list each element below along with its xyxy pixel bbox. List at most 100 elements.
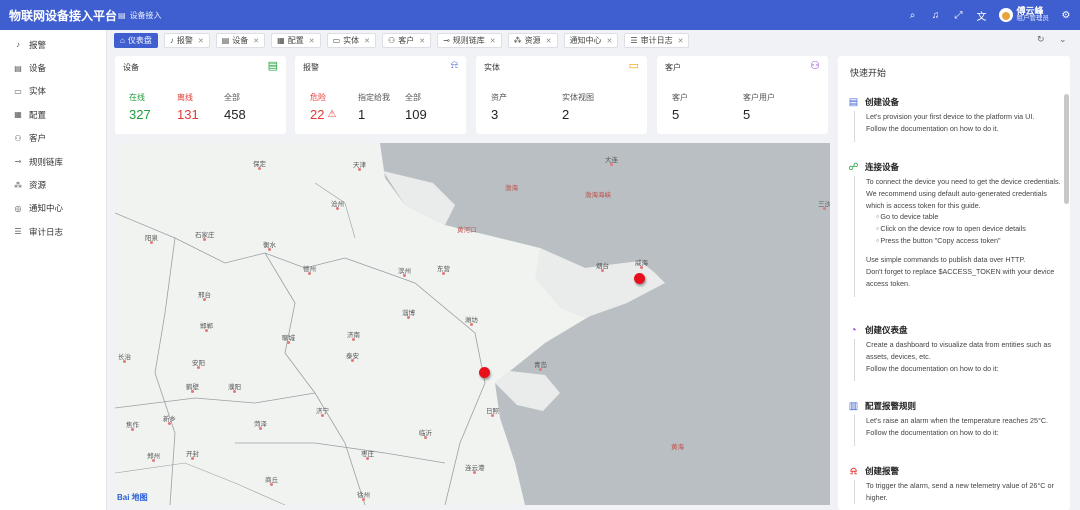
resources-icon: ⁂	[14, 180, 22, 190]
metric-label: 危险	[310, 93, 326, 102]
map-city-label: 东营	[437, 263, 450, 275]
monitor-icon: ▭	[14, 86, 22, 96]
all-devices-metric[interactable]: 全部 458	[224, 92, 246, 122]
sidebar-item-label: 规则链库	[29, 156, 64, 167]
device-list-icon: ▤	[267, 60, 278, 72]
devices-card[interactable]: 设备 ▤ 在线 327 离线 131 全部 458	[115, 56, 286, 134]
customer-users-metric[interactable]: 客户用户 5	[743, 92, 775, 122]
metric-value: 5	[672, 107, 680, 122]
fullscreen-icon[interactable]: ⤢	[953, 10, 965, 21]
sidebar-item-config[interactable]: ▦ 配置	[0, 103, 106, 126]
online-metric[interactable]: 在线 327	[129, 92, 151, 122]
alarms-card[interactable]: 报警 ⍾ 危险 22 ⚠ 指定给我 1 全部 109	[295, 56, 466, 134]
customers-icon: ⚇	[14, 133, 22, 143]
step-body: To trigger the alarm, send a new telemet…	[854, 480, 1063, 504]
all-alarms-metric[interactable]: 全部 109	[405, 92, 427, 122]
sidebar-item-customers[interactable]: ⚇ 客户	[0, 127, 106, 150]
sidebar-item-audit-logs[interactable]: ☰ 审计日志	[0, 220, 106, 243]
sidebar-item-alarms[interactable]: ♪ 报警	[0, 33, 106, 56]
assigned-metric[interactable]: 指定给我 1	[358, 92, 390, 122]
map-city-label: 济南	[347, 329, 360, 341]
sidebar-item-label: 设备	[29, 63, 47, 74]
quick-start-step-alarm-rule[interactable]: ▥ 配置报警规则 Let's raise an alarm when the te…	[848, 400, 1063, 446]
quick-start-step-create-device[interactable]: ▤ 创建设备 Let's provision your first device …	[848, 96, 1063, 142]
breadcrumb[interactable]: ▤ 设备接入	[118, 10, 162, 21]
card-title: 实体	[484, 63, 500, 72]
tab-label: 实体	[343, 36, 360, 45]
entities-card[interactable]: 实体 ▭ 资产 3 实体视图 2	[476, 56, 647, 134]
step-title: 创建设备	[865, 97, 900, 107]
map-city-label: 安阳	[192, 357, 205, 369]
settings-gear-icon[interactable]: ⚙	[1060, 10, 1072, 21]
panel-scrollbar[interactable]	[1064, 94, 1069, 204]
map-city-label: 开封	[186, 448, 199, 460]
resources-icon: ⁂	[513, 36, 522, 45]
device-location-marker[interactable]	[634, 273, 645, 284]
tab-alarms[interactable]: ♪ 报警 ✕	[163, 33, 210, 48]
map-city-label: 日照	[486, 405, 499, 417]
customers-card[interactable]: 客户 ⚇ 客户 5 客户用户 5	[657, 56, 828, 134]
map-city-label: 烟台	[596, 260, 609, 272]
metric-label: 离线	[177, 93, 193, 102]
map-city-label: 阳泉	[145, 232, 158, 244]
tab-rule-chains[interactable]: ⊸ 规则链库 ✕	[437, 33, 502, 48]
tab-dashboard[interactable]: ⌂ 仪表盘	[114, 33, 158, 48]
tab-customers[interactable]: ⚇ 客户 ✕	[382, 33, 432, 48]
tab-resources[interactable]: ⁂ 资源 ✕	[507, 33, 558, 48]
offline-metric[interactable]: 离线 131	[177, 92, 199, 122]
config-icon: ▦	[277, 36, 285, 45]
panel-title: 快速开始	[850, 68, 887, 78]
tab-audit-logs[interactable]: ☰ 审计日志 ✕	[624, 33, 690, 48]
step-text: Follow the documentation on how to do it…	[866, 363, 999, 373]
notification-bell-icon[interactable]: ♫	[930, 10, 942, 21]
close-icon[interactable]: ✕	[607, 37, 613, 45]
sidebar: ♪ 报警 ▤ 设备 ▭ 实体 ▦ 配置 ⚇ 客户 ⊸ 规则链库 ⁂ 资源 ◎ 通知中心 ☰ 审计日…	[0, 30, 107, 510]
close-icon[interactable]: ✕	[309, 37, 315, 45]
sidebar-item-notifications[interactable]: ◎ 通知中心	[0, 197, 106, 220]
close-icon[interactable]: ✕	[253, 37, 259, 45]
quick-start-step-create-dashboard[interactable]: ◔ 创建仪表盘 Create a dashboard to visualize d…	[848, 324, 1063, 382]
step-bullet: Press the button "Copy access token"	[876, 235, 1063, 247]
step-text: We recommend using default auto-generate…	[866, 188, 1047, 210]
user-menu[interactable]: 傅云峰 租户管理员	[998, 6, 1049, 23]
device-location-marker[interactable]	[479, 367, 490, 378]
close-icon[interactable]: ✕	[490, 37, 496, 45]
quick-start-step-create-alarm[interactable]: ⍾ 创建报警 To trigger the alarm, send a new t…	[848, 465, 1063, 504]
map-city-label: 徐州	[357, 489, 370, 501]
device-map[interactable]: 保定 天津 沧州 大连 衡水 石家庄 阳泉 德州 滨州 东营 潍坊 烟台 威海 …	[115, 143, 830, 505]
language-icon[interactable]: 文	[976, 8, 988, 23]
map-city-label: 天津	[353, 159, 366, 171]
warning-triangle-icon: ⚠	[327, 109, 337, 120]
top-bar: 物联网设备接入平台 ▤ 设备接入 ⌕ ♫ ⤢ 文 傅云峰 租户管理员 ⚙	[0, 0, 1080, 30]
tab-notifications[interactable]: 通知中心 ✕	[563, 33, 619, 48]
close-icon[interactable]: ✕	[364, 37, 370, 45]
sidebar-item-devices[interactable]: ▤ 设备	[0, 56, 106, 79]
refresh-icon[interactable]: ↻	[1037, 34, 1045, 45]
customers-icon: ⚇	[810, 60, 820, 72]
chevron-down-icon[interactable]: ⌄	[1059, 34, 1067, 45]
entity-views-metric[interactable]: 实体视图 2	[562, 92, 594, 122]
map-sea-label: 渤海海峡	[585, 192, 611, 199]
close-icon[interactable]: ✕	[678, 37, 684, 45]
quick-start-step-connect-device[interactable]: ☍ 连接设备 To connect the device you need to …	[848, 161, 1063, 297]
close-icon[interactable]: ✕	[546, 37, 552, 45]
step-text: To trigger the alarm, send a new telemet…	[866, 481, 1054, 502]
customers-metric[interactable]: 客户 5	[672, 92, 688, 122]
assets-metric[interactable]: 资产 3	[491, 92, 507, 122]
sidebar-item-resources[interactable]: ⁂ 资源	[0, 173, 106, 196]
search-icon[interactable]: ⌕	[907, 10, 919, 21]
sidebar-item-label: 配置	[29, 109, 47, 120]
tab-devices[interactable]: ▤ 设备 ✕	[215, 33, 266, 48]
tab-config[interactable]: ▦ 配置 ✕	[271, 33, 321, 48]
critical-metric[interactable]: 危险 22 ⚠	[310, 92, 336, 122]
step-text: Let's raise an alarm when the temperatur…	[866, 416, 1049, 425]
map-city-label: 长治	[118, 351, 131, 363]
close-icon[interactable]: ✕	[198, 37, 204, 45]
tab-entities[interactable]: ▭ 实体 ✕	[326, 33, 377, 48]
close-icon[interactable]: ✕	[419, 37, 425, 45]
map-city-label: 邢台	[198, 289, 211, 301]
metric-label: 指定给我	[358, 93, 390, 102]
metric-value: 458	[224, 107, 246, 122]
sidebar-item-rule-chains[interactable]: ⊸ 规则链库	[0, 150, 106, 173]
sidebar-item-entities[interactable]: ▭ 实体	[0, 80, 106, 103]
